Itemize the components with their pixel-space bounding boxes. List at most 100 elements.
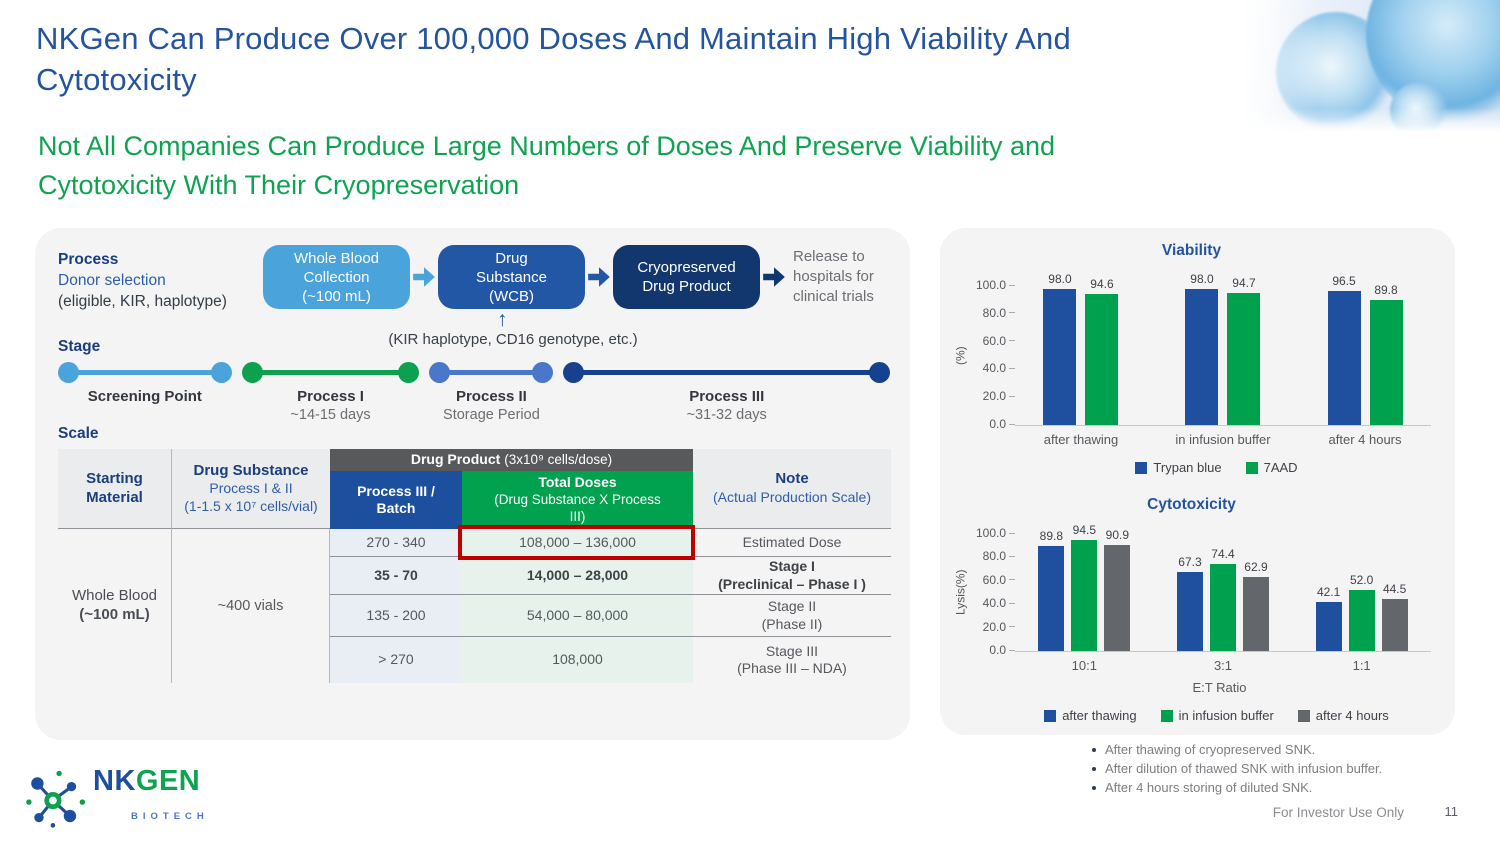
timeline-label-name: Process I (242, 388, 420, 405)
y-tick-label: 40.0 (983, 596, 1006, 610)
chart-title: Viability (952, 242, 1431, 260)
bar-group: 96.589.8after 4 hours (1328, 286, 1403, 447)
bullet-icon (1092, 786, 1096, 790)
y-tick-label: 0.0 (989, 643, 1006, 657)
timeline-dot (869, 362, 890, 383)
y-tick-label: 100.0 (976, 526, 1006, 540)
arrow-right-icon (586, 264, 612, 290)
bar: 44.5 (1382, 599, 1408, 651)
chart-legend: Trypan blue7AAD (952, 460, 1431, 475)
legend-item: after 4 hours (1298, 708, 1389, 723)
y-tick: 20.0 (983, 620, 1015, 634)
table-row-cell: 14,000 – 28,000 (462, 557, 693, 595)
donor-criteria-label: (eligible, KIR, haplotype) (58, 291, 227, 312)
bar: 96.5 (1328, 291, 1361, 425)
table-row-cell: 35 - 70 (330, 557, 462, 595)
bar-value-label: 94.5 (1073, 523, 1096, 537)
viability-chart: Viability (%) 100.080.060.040.020.00.0 9… (952, 242, 1431, 475)
bar-value-label: 44.5 (1383, 582, 1406, 596)
category-label: after thawing (1044, 432, 1118, 447)
legend-swatch (1135, 462, 1147, 474)
logo-text-gen: GEN (136, 765, 200, 797)
table-cell-starting-material: Whole Blood (~100 mL) (58, 529, 172, 683)
category-label: 1:1 (1353, 658, 1371, 673)
process-flow: Whole Blood Collection (~100 mL)Drug Sub… (263, 245, 891, 309)
bar: 89.8 (1370, 300, 1403, 425)
y-tick: 40.0 (983, 596, 1015, 610)
bar: 89.8 (1038, 546, 1064, 651)
bar: 98.0 (1185, 289, 1218, 425)
arrow-right-icon (411, 264, 437, 290)
legend-swatch (1044, 710, 1056, 722)
timeline-label-name: Process III (563, 388, 890, 405)
note-item: After thawing of cryopreserved SNK. (1092, 740, 1382, 759)
process-step-box: Cryopreserved Drug Product (613, 245, 760, 309)
table-header-sub: (3x10⁹ cells/dose) (504, 452, 612, 469)
legend-swatch (1298, 710, 1310, 722)
bar-cluster: 89.894.590.9 (1038, 534, 1130, 651)
note-item: After dilution of thawed SNK with infusi… (1092, 759, 1382, 778)
timeline-dot (58, 362, 79, 383)
timeline-dot (242, 362, 263, 383)
chart-legend: after thawingin infusion bufferafter 4 h… (952, 708, 1431, 723)
timeline-segment (563, 362, 890, 383)
y-tick: 0.0 (989, 643, 1015, 657)
timeline-line (566, 370, 887, 375)
timeline-label: Process I~14-15 days (242, 388, 420, 423)
bar-value-label: 74.4 (1211, 547, 1234, 561)
y-axis-label: (%) (952, 286, 969, 425)
y-tick-label: 20.0 (983, 620, 1006, 634)
chart-title: Cytotoxicity (952, 496, 1431, 514)
charts-panel: Viability (%) 100.0 80.0 60.0 40.0 20.0 0.0 9… (940, 228, 1455, 735)
note-text: After thawing of cryopreserved SNK. (1105, 740, 1315, 759)
table-header-drug-product: Drug Product (3x10⁹ cells/dose) (330, 449, 693, 471)
table-cell-text: Whole Blood (72, 587, 157, 606)
bar-group: 89.894.590.9 10:1 (1038, 534, 1130, 673)
bar-cluster: 42.152.044.5 (1316, 534, 1408, 651)
bar-cluster: 98.094.6 (1043, 286, 1118, 425)
bar: 62.9 (1243, 577, 1269, 651)
timeline-dot (211, 362, 232, 383)
image-fade-overlay (1242, 0, 1500, 132)
category-label: 10:1 (1072, 658, 1097, 673)
nkgen-logo: NKGEN BIOTECH (25, 766, 209, 832)
table-header-process3-batch: Process III / Batch (330, 471, 462, 529)
y-tick: 100.0 (976, 278, 1015, 292)
y-tick-label: 100.0 (976, 278, 1006, 292)
plot-area: 98.094.6after thawing98.094.7in infusion… (1015, 286, 1431, 447)
bar-cluster: 98.0 94.7 (1185, 286, 1260, 425)
y-axis: 100.080.060.040.020.00.0 (969, 534, 1015, 651)
bar-value-label: 96.5 (1332, 274, 1355, 288)
table-header-total-doses: Total Doses (Drug Substance X Process II… (462, 471, 693, 529)
bar-value-label: 67.3 (1178, 555, 1201, 569)
bar-value-label: 62.9 (1244, 560, 1267, 574)
bar-group: 98.094.7in infusion buffer (1175, 286, 1270, 447)
y-tick-label: 60.0 (983, 573, 1006, 587)
y-tick-label: 60.0 (983, 334, 1006, 348)
y-axis-label: Lysis(%) (952, 534, 969, 651)
y-axis: 100.080.060.040.020.00.0 (969, 286, 1015, 425)
timeline-line (61, 370, 229, 375)
bullet-icon (1092, 767, 1096, 771)
nkgen-logo-icon (25, 768, 87, 830)
arrow-right-icon (761, 264, 787, 290)
x-axis-label: E:T Ratio (952, 680, 1431, 695)
bar: 67.3 (1177, 572, 1203, 651)
footer-disclaimer: For Investor Use Only (1273, 805, 1404, 820)
table-header-drug-substance: Drug Substance Process I & II (1-1.5 x 1… (172, 449, 330, 529)
y-tick: 80.0 (983, 549, 1015, 563)
timeline-segment (58, 362, 232, 383)
y-tick-label: 0.0 (989, 417, 1006, 431)
y-tick-label: 40.0 (983, 361, 1006, 375)
donor-selection-label: Donor selection (58, 270, 227, 291)
table-row-cell: 108,000 – 136,000 (462, 529, 693, 557)
bar: 52.0 (1349, 590, 1375, 651)
bar-value-label: 52.0 (1350, 573, 1373, 587)
timeline-label: Screening Point (58, 388, 232, 423)
legend-item: Trypan blue (1135, 460, 1221, 475)
scale-heading: Scale (58, 425, 99, 443)
bar: 90.9 (1104, 545, 1130, 651)
timeline-label-name: Screening Point (58, 388, 232, 405)
bar: 94.7 (1227, 293, 1260, 425)
legend-item: after thawing (1044, 708, 1136, 723)
